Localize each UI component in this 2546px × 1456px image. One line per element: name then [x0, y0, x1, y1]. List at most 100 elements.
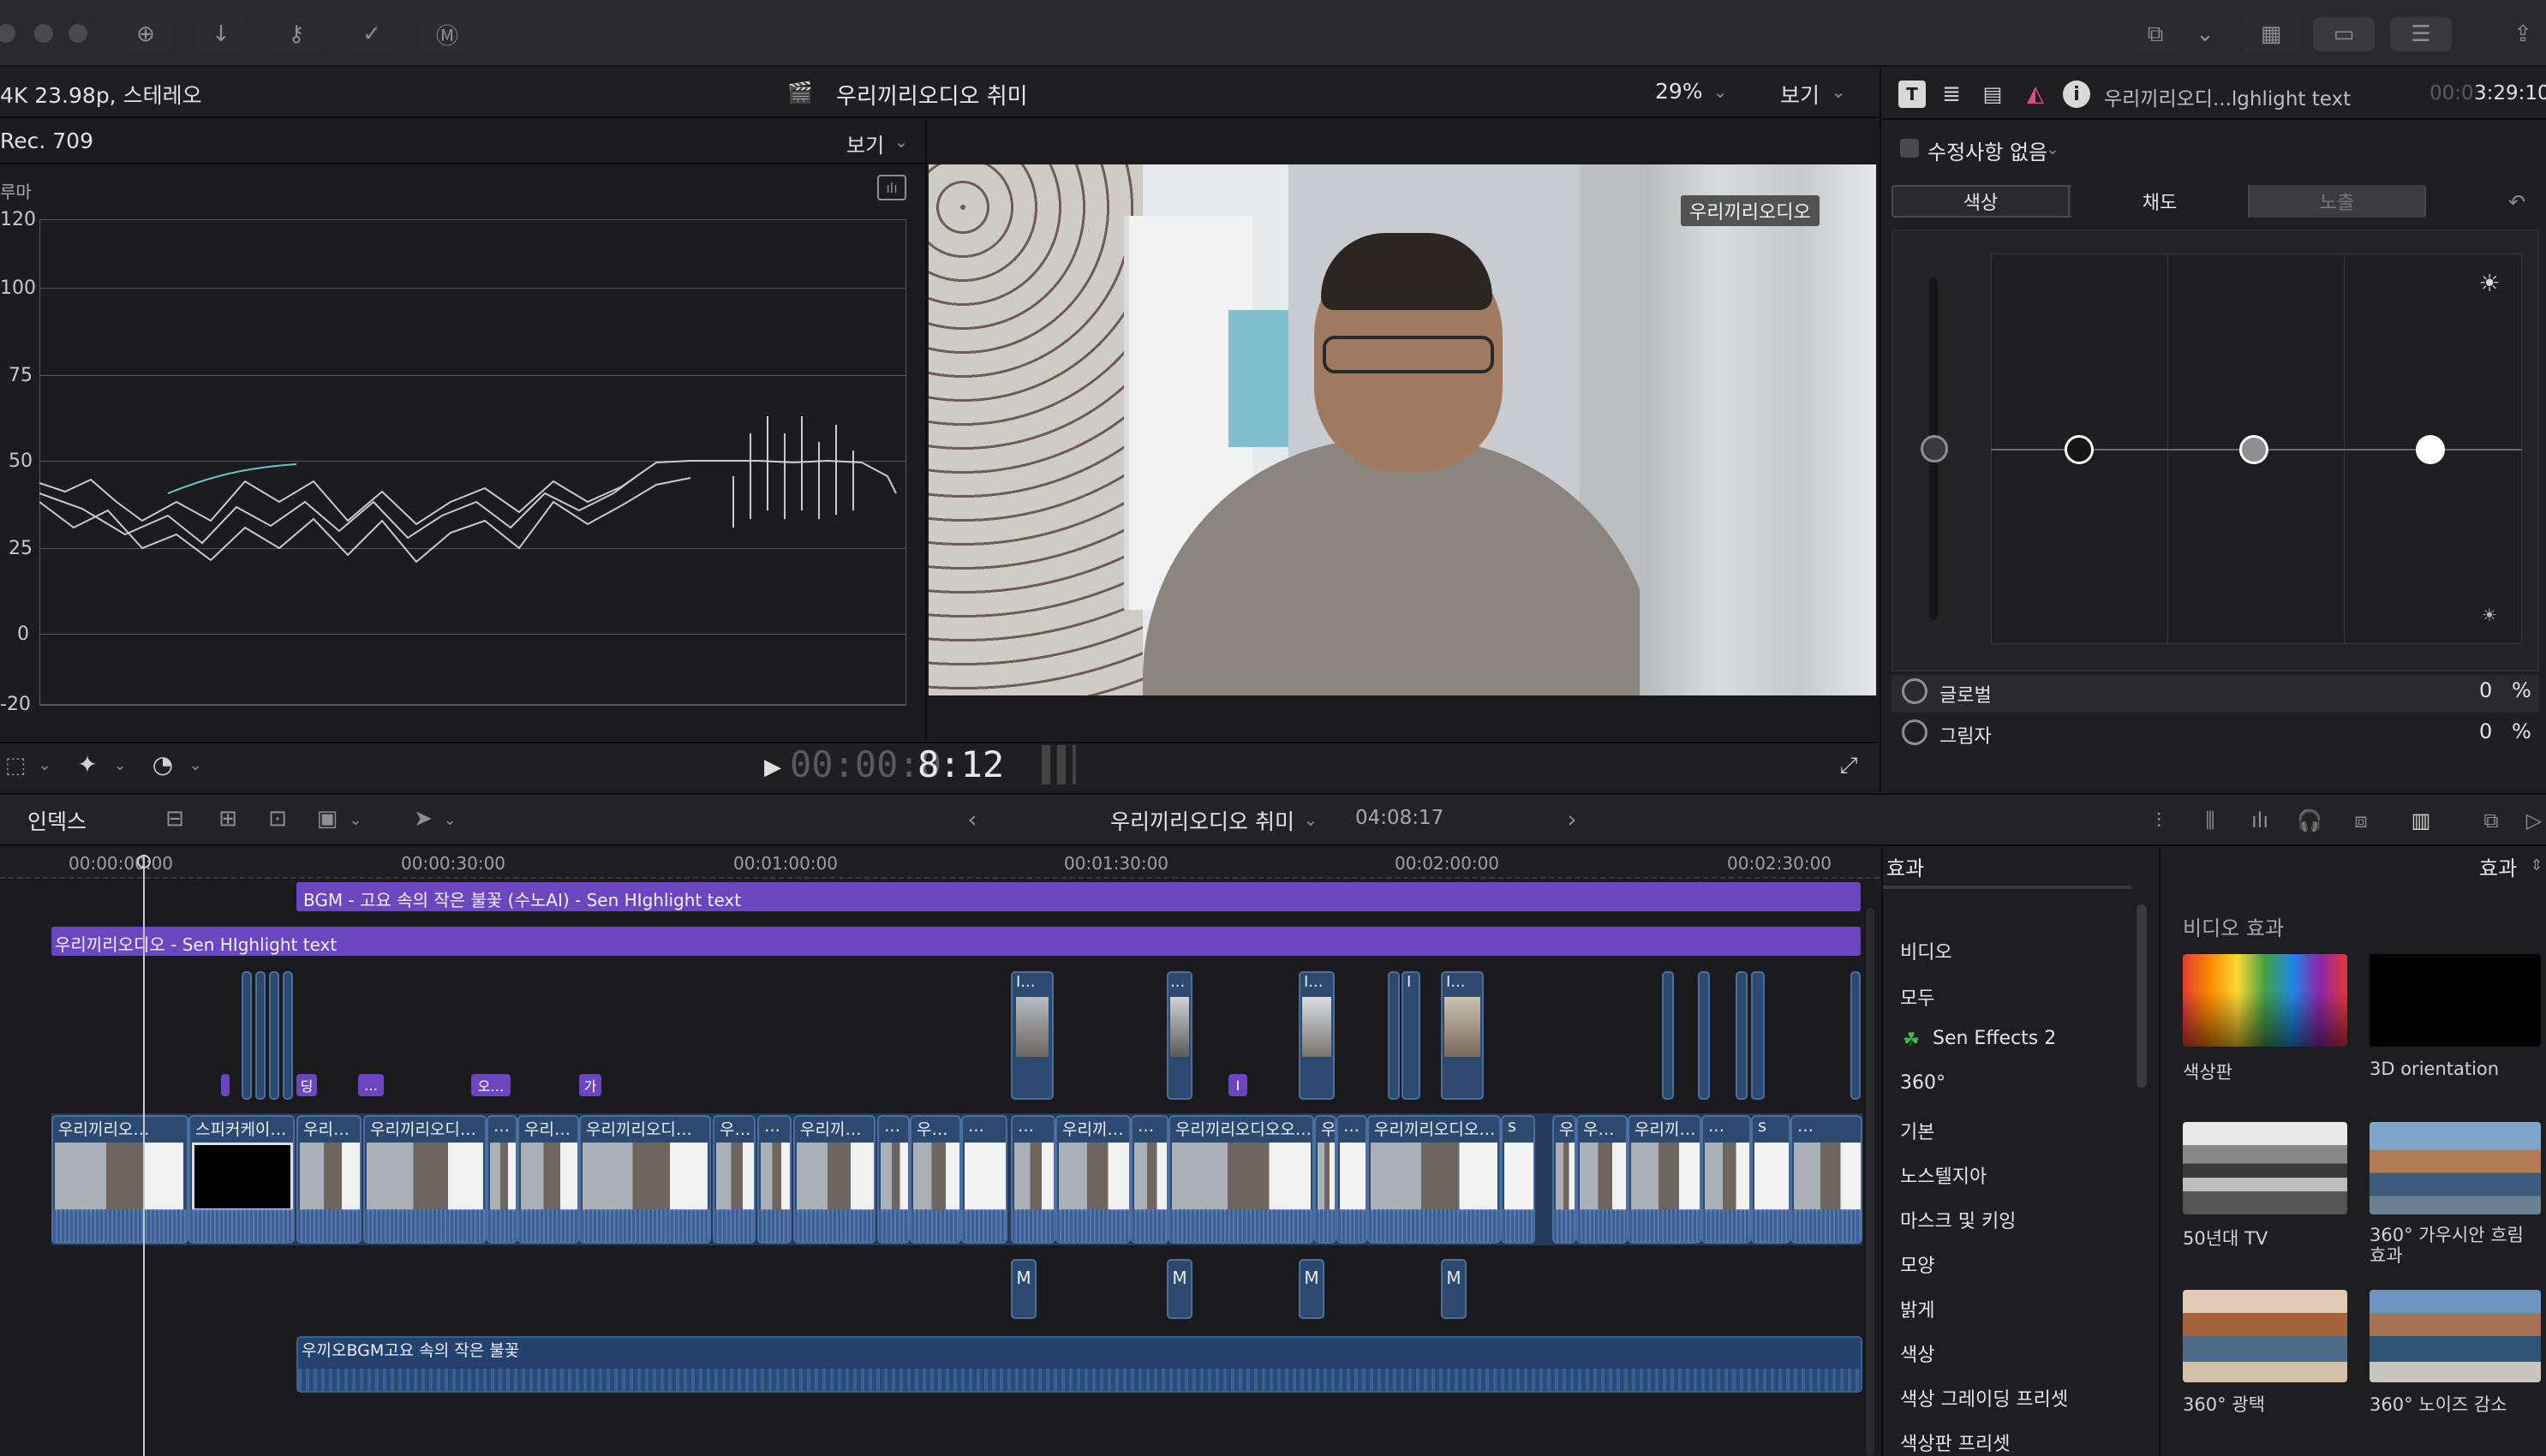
sidebar-item-shape[interactable]: 모양 — [1900, 1250, 1934, 1278]
shadows-value[interactable]: 0 — [2479, 719, 2492, 743]
solo-icon[interactable]: ⧈ — [2344, 805, 2378, 836]
effects-browser-toggle-icon[interactable]: ⧉ — [2474, 805, 2508, 836]
layout-dropdown[interactable]: ⌄ — [2186, 17, 2224, 51]
connected-clip[interactable] — [1850, 971, 1861, 1100]
magic-wand-icon[interactable]: ✦ — [70, 749, 105, 779]
storyline-clip[interactable]: 우리끼… — [1055, 1115, 1131, 1244]
storyline-clip[interactable]: 우리… — [296, 1115, 362, 1244]
storyline-clip[interactable]: 우… — [910, 1115, 961, 1244]
sidebar-item-masks-keying[interactable]: 마스크 및 키잉 — [1900, 1206, 2016, 1233]
storyline-clip[interactable]: 우… — [713, 1115, 756, 1244]
chevron-down-icon[interactable]: ⌄ — [1300, 807, 1321, 832]
timeline-project-name[interactable]: 우리끼리오디오 취미 — [1110, 805, 1294, 836]
global-value[interactable]: 0 — [2479, 678, 2492, 702]
storyline-clip[interactable]: … — [1790, 1115, 1862, 1244]
tab-exposure[interactable]: 노출 — [2250, 185, 2424, 218]
connected-clip[interactable] — [283, 971, 293, 1100]
storyline-clip[interactable]: 우리끼리오디… — [363, 1115, 487, 1244]
chevron-right-icon[interactable]: › — [1559, 803, 1585, 834]
sidebar-item-video[interactable]: 비디오 — [1900, 937, 1952, 964]
chevron-updown-icon[interactable]: ⇕ — [2527, 853, 2546, 877]
timeline-marker[interactable]: 오… — [471, 1074, 511, 1096]
chevron-down-icon[interactable]: ⌄ — [34, 752, 55, 778]
playhead-handle[interactable] — [137, 855, 151, 868]
timeline-scrollbar[interactable] — [1866, 908, 1874, 1456]
chevron-left-icon[interactable]: ‹ — [959, 803, 985, 834]
timeline-ruler[interactable] — [0, 848, 1880, 879]
highlights-puck[interactable] — [2416, 435, 2445, 464]
storyline-clip[interactable]: … — [1011, 1115, 1055, 1244]
effect-tile-360-glow[interactable] — [2183, 1290, 2347, 1382]
storyline-clip[interactable]: 스피커케이… — [188, 1115, 295, 1244]
headphones-icon[interactable]: 🎧 — [2292, 805, 2327, 836]
bgm-audio-clip[interactable] — [296, 1336, 1862, 1393]
timeline-marker[interactable] — [221, 1074, 230, 1096]
connected-clip[interactable] — [255, 971, 266, 1100]
clip-appearance-icon[interactable]: ▥ — [2404, 805, 2438, 836]
sidebar-item-sen-effects[interactable]: Sen Effects 2 — [1933, 1028, 2056, 1049]
connected-clip[interactable]: I — [1401, 971, 1420, 1100]
fullscreen-icon[interactable]: ⤢ — [1833, 750, 1864, 781]
chevron-down-icon[interactable]: ⌄ — [346, 807, 365, 832]
corrections-checkbox[interactable] — [1900, 139, 1919, 158]
audio-skimming-icon[interactable]: ılı — [2243, 805, 2277, 836]
sidebar-item-color[interactable]: 색상 — [1900, 1340, 1934, 1367]
download-button[interactable]: ↓ — [195, 17, 247, 51]
effect-tile-360-gaussian-blur[interactable] — [2370, 1122, 2541, 1214]
storyline-clip[interactable]: 우 — [1552, 1115, 1576, 1244]
sidebar-item-light[interactable]: 밝게 — [1900, 1295, 1934, 1322]
storyline-clip[interactable]: 우리끼리오디오오… — [1168, 1115, 1314, 1244]
storyline-clip[interactable]: 우리끼… — [1628, 1115, 1701, 1244]
midtones-puck[interactable] — [2239, 435, 2268, 464]
scope-settings-icon[interactable]: ılı — [877, 175, 906, 200]
sidebar-item-360[interactable]: 360° — [1900, 1072, 1945, 1094]
sidebar-item-nostalgia[interactable]: 노스텔지아 — [1900, 1161, 1987, 1189]
shadows-radio-icon[interactable] — [1902, 719, 1927, 745]
connected-clip[interactable] — [1388, 971, 1400, 1100]
sidebar-item-all[interactable]: 모두 — [1900, 983, 1934, 1011]
lines-inspector-icon[interactable]: ≣ — [1938, 81, 1965, 108]
sidebar-item-color-board-presets[interactable]: 색상판 프리셋 — [1900, 1429, 2010, 1456]
timeline-marker[interactable]: 딩 — [296, 1074, 317, 1096]
master-slider-handle[interactable] — [1921, 435, 1948, 462]
play-icon[interactable]: ▶ — [757, 752, 788, 783]
viewer-view-menu[interactable]: 보기 — [1780, 79, 1820, 110]
sidebar-item-basic[interactable]: 기본 — [1900, 1117, 1934, 1144]
index-button[interactable]: 인덱스 — [27, 805, 87, 836]
transform-icon[interactable]: ⬚ — [0, 750, 31, 781]
storyline-clip[interactable]: … — [877, 1115, 910, 1244]
connected-clip[interactable] — [1698, 971, 1710, 1100]
library-button[interactable]: Ⓜ — [421, 17, 473, 51]
audio-marker-chip[interactable]: M — [1167, 1259, 1192, 1319]
corrections-dropdown[interactable]: 수정사항 없음 — [1927, 135, 2047, 165]
timeline-marker[interactable]: I — [1228, 1074, 1247, 1096]
storyline-clip[interactable]: … — [757, 1115, 792, 1244]
reset-icon[interactable]: ↶ — [2501, 187, 2532, 218]
storyline-clip[interactable]: 우리… — [517, 1115, 579, 1244]
storyline-clip[interactable]: 우리끼… — [793, 1115, 876, 1244]
sidebar-scrollbar[interactable] — [2137, 904, 2147, 1088]
timeline-toggle[interactable]: ▭ — [2313, 17, 2375, 51]
insert-clip-icon[interactable]: ⊞ — [212, 803, 243, 834]
timeline-marker[interactable]: 가 — [579, 1074, 601, 1096]
inspector-toggle[interactable]: ☰ — [2390, 17, 2452, 51]
audio-marker-chip[interactable]: M — [1011, 1259, 1037, 1319]
overwrite-clip-icon[interactable]: ▣ — [312, 803, 343, 834]
playhead[interactable] — [143, 856, 145, 1456]
connected-clip[interactable] — [269, 971, 279, 1100]
tab-color[interactable]: 색상 — [1893, 185, 2070, 218]
connected-clip[interactable] — [242, 971, 252, 1100]
film-inspector-icon[interactable]: ▤ — [1979, 81, 2006, 108]
storyline-clip[interactable]: 우… — [1576, 1115, 1628, 1244]
storyline-clip[interactable]: s — [1751, 1115, 1790, 1244]
storyline-clip[interactable]: 우리끼리오디오… — [1367, 1115, 1501, 1244]
connect-clip-icon[interactable]: ⊡ — [262, 803, 293, 834]
storyline-clip[interactable]: … — [1336, 1115, 1367, 1244]
effect-tile-color-board[interactable] — [2183, 954, 2347, 1047]
chevron-down-icon[interactable]: ⌄ — [440, 807, 459, 832]
browser-toggle[interactable]: ▦ — [2241, 17, 2301, 51]
storyline-clip[interactable]: 우 — [1314, 1115, 1336, 1244]
zoom-dropdown[interactable]: 29% — [1655, 79, 1703, 104]
chevron-down-icon[interactable]: ⌄ — [185, 752, 206, 778]
shadows-puck[interactable] — [2065, 435, 2094, 464]
